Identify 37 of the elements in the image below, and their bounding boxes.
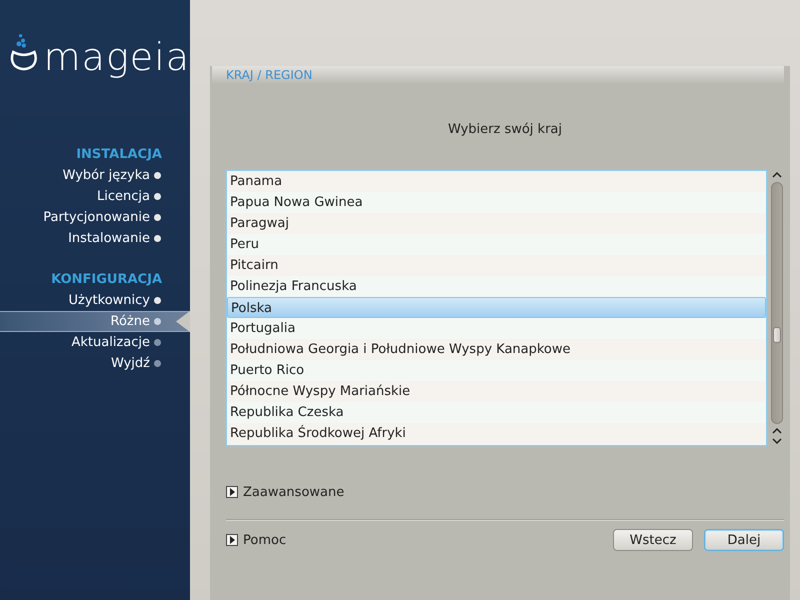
step-label: Aktualizacje — [72, 335, 150, 350]
logo-wordmark: mageia — [44, 38, 190, 76]
pointer-icon — [174, 311, 190, 332]
step-label: Wybór języka — [62, 168, 150, 183]
nav-button[interactable]: Dalej — [704, 529, 784, 551]
step-label: Użytkownicy — [68, 293, 150, 308]
page-title: Wybierz swój kraj — [446, 121, 564, 139]
scroll-up-icon[interactable] — [771, 426, 783, 436]
step-label: Licencja — [97, 189, 150, 204]
section-heading: INSTALACJA — [75, 146, 163, 164]
country-item[interactable]: Polinezja Francuska — [227, 276, 766, 297]
step-label: Instalowanie — [68, 231, 150, 246]
country-item[interactable]: Północne Wyspy Mariańskie — [227, 381, 766, 402]
country-item[interactable]: Republika Środkowej Afryki — [227, 423, 766, 444]
scroll-up-icon[interactable] — [771, 170, 783, 180]
country-item[interactable]: Panama — [227, 171, 766, 192]
country-item[interactable]: Polska — [227, 297, 766, 318]
step-label: Różne — [110, 314, 150, 329]
nav-button[interactable]: Wstecz — [613, 529, 693, 551]
scroll-down-icon[interactable] — [771, 436, 783, 446]
country-item[interactable]: Portugalia — [227, 318, 766, 339]
step-label: Partycjonowanie — [43, 210, 150, 225]
scrollbar-thumb[interactable] — [773, 327, 781, 343]
country-item[interactable]: Republika Czeska — [227, 402, 766, 423]
expander-icon[interactable] — [226, 534, 238, 546]
step-label: Wyjdź — [110, 356, 150, 371]
expander-label[interactable]: Pomoc — [243, 532, 286, 548]
expander-icon[interactable] — [226, 486, 238, 498]
section-heading: KONFIGURACJA — [50, 271, 163, 289]
country-item[interactable]: Papua Nowa Gwinea — [227, 192, 766, 213]
country-item[interactable]: Paragwaj — [227, 213, 766, 234]
country-item[interactable]: Puerto Rico — [227, 360, 766, 381]
country-item[interactable]: Południowa Georgia i Południowe Wyspy Kanapkowe — [227, 339, 766, 360]
country-item[interactable]: Pitcairn — [227, 255, 766, 276]
expander-label[interactable]: Zaawansowane — [243, 484, 344, 500]
country-item[interactable]: Peru — [227, 234, 766, 255]
page-header: KRAJ / REGION — [212, 66, 784, 84]
